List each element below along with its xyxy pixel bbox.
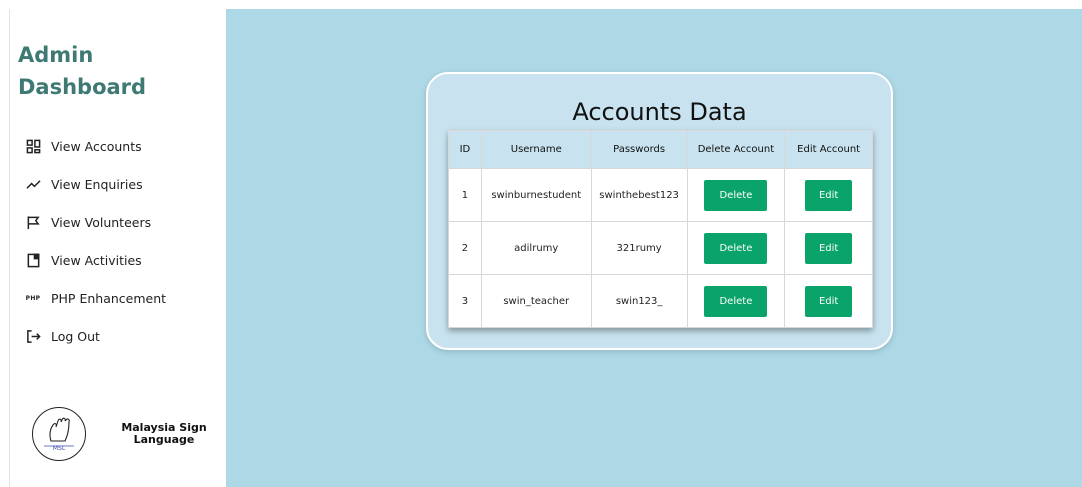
accounts-table: ID Username Passwords Delete Account Edi… <box>448 130 873 328</box>
sidebar-item-view-accounts[interactable]: View Accounts <box>24 127 166 165</box>
header-delete-account: Delete Account <box>686 130 786 169</box>
app-frame: Admin Dashboard View Accounts View Enqui… <box>9 9 1082 487</box>
sidebar-nav: View Accounts View Enquiries View Volunt… <box>24 127 166 355</box>
sidebar-item-view-volunteers[interactable]: View Volunteers <box>24 203 166 241</box>
header-username: Username <box>480 130 592 169</box>
logo-badge-text: MSL <box>53 445 66 452</box>
hand-sign-logo-icon: MSL <box>32 407 86 461</box>
sidebar-item-log-out[interactable]: Log Out <box>24 317 166 355</box>
cell-id: 3 <box>448 274 482 328</box>
table-row: 2 adilrumy 321rumy Delete Edit <box>448 221 873 275</box>
accounts-card: Accounts Data ID Username Passwords Dele… <box>426 72 893 350</box>
cell-username: swinburnestudent <box>480 168 592 222</box>
header-passwords: Passwords <box>590 130 688 169</box>
header-id: ID <box>448 130 482 169</box>
cell-password: swinthebest123 <box>590 168 688 222</box>
sidebar-item-label: View Volunteers <box>51 214 152 230</box>
cell-delete: Delete <box>686 221 786 275</box>
sidebar-item-view-enquiries[interactable]: View Enquiries <box>24 165 166 203</box>
cell-edit: Edit <box>784 168 873 222</box>
cell-id: 1 <box>448 168 482 222</box>
sidebar-item-label: View Accounts <box>51 138 142 154</box>
edit-button[interactable]: Edit <box>804 285 853 317</box>
sidebar-item-php-enhancement[interactable]: PHP PHP Enhancement <box>24 279 166 317</box>
dashboard-title: Admin Dashboard <box>18 43 147 99</box>
delete-button[interactable]: Delete <box>704 285 768 317</box>
table-row: 3 swin_teacher swin123_ Delete Edit <box>448 274 873 328</box>
sidebar-item-label: View Enquiries <box>51 176 143 192</box>
table-row: 1 swinburnestudent swinthebest123 Delete… <box>448 168 873 222</box>
cell-delete: Delete <box>686 274 786 328</box>
sidebar-item-view-activities[interactable]: View Activities <box>24 241 166 279</box>
cell-edit: Edit <box>784 221 873 275</box>
cell-id: 2 <box>448 221 482 275</box>
delete-button[interactable]: Delete <box>704 232 768 264</box>
edit-button[interactable]: Edit <box>804 179 853 211</box>
page-title: Accounts Data <box>572 98 747 126</box>
edit-button[interactable]: Edit <box>804 232 853 264</box>
header-edit-account: Edit Account <box>784 130 873 169</box>
table-header-row: ID Username Passwords Delete Account Edi… <box>448 130 873 169</box>
cell-password: swin123_ <box>590 274 688 328</box>
accounts-table-container: ID Username Passwords Delete Account Edi… <box>448 130 873 328</box>
sidebar-item-label: PHP Enhancement <box>51 290 167 306</box>
sidebar-item-label: Log Out <box>51 328 100 344</box>
logout-icon <box>24 327 42 345</box>
cell-edit: Edit <box>784 274 873 328</box>
main-content: Accounts Data ID Username Passwords Dele… <box>226 9 1082 487</box>
sidebar-item-label: View Activities <box>51 252 142 268</box>
logo-text: Malaysia Sign Language <box>121 421 207 446</box>
flag-icon <box>24 213 42 231</box>
cell-username: adilrumy <box>480 221 592 275</box>
cell-username: swin_teacher <box>480 274 592 328</box>
msl-logo: MSL Malaysia Sign Language <box>32 407 212 461</box>
cell-delete: Delete <box>686 168 786 222</box>
cell-password: 321rumy <box>590 221 688 275</box>
trend-line-icon <box>24 175 42 193</box>
document-icon <box>24 251 42 269</box>
sidebar: Admin Dashboard View Accounts View Enqui… <box>9 9 226 487</box>
delete-button[interactable]: Delete <box>704 179 768 211</box>
php-icon: PHP <box>25 294 41 302</box>
grid-icon <box>24 137 42 155</box>
